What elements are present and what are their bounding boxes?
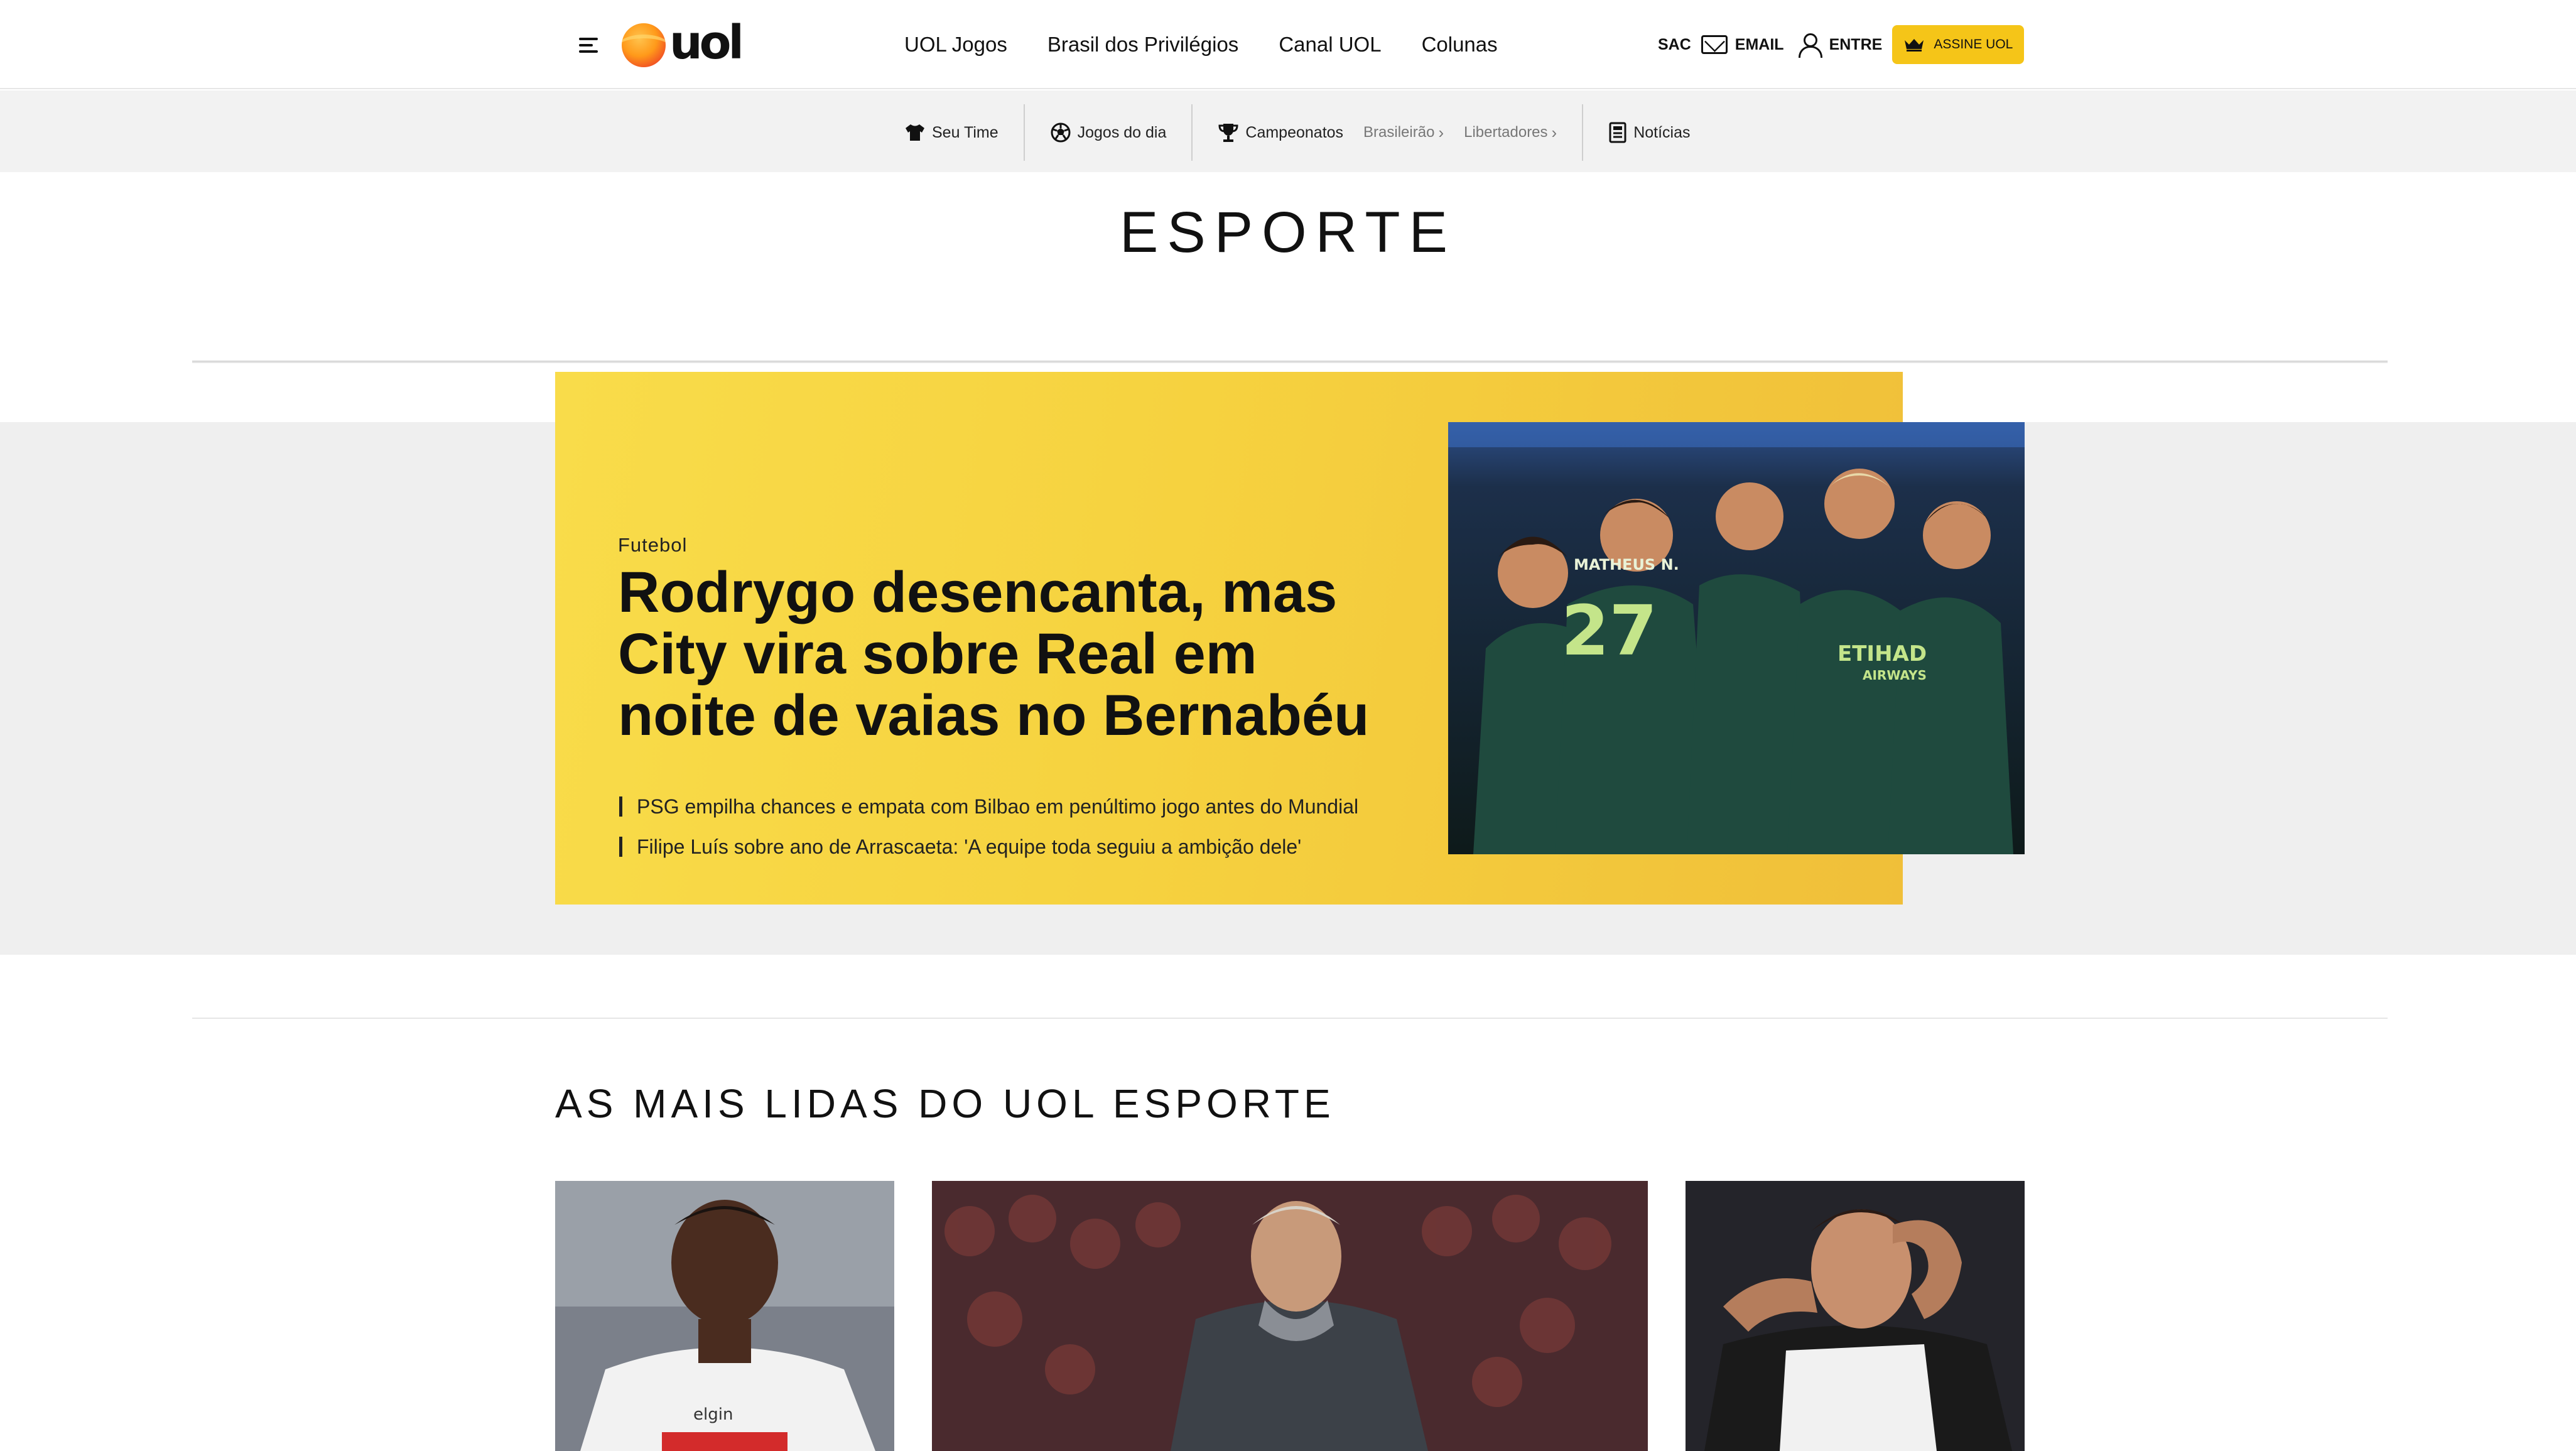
sac-label: SAC [1658,35,1691,53]
subnav-libertadores[interactable]: Libertadores › [1464,123,1557,143]
subscribe-button[interactable]: ASSINE UOL [1892,25,2025,64]
related-link[interactable]: Filipe Luís sobre ano de Arrascaeta: 'A … [618,827,1409,867]
uol-logo-text: uol [669,16,744,70]
most-read-card[interactable] [932,1181,1648,1451]
soccer-ball-icon [1051,122,1071,143]
svg-text:ETIHAD: ETIHAD [1837,641,1927,666]
player-frustrated-photo-image [1686,1181,2025,1451]
nav-link-canal-uol[interactable]: Canal UOL [1279,33,1381,57]
svg-text:27: 27 [1561,590,1657,671]
nav-link-colunas[interactable]: Colunas [1422,33,1498,57]
coach-photo-image [932,1181,1648,1451]
hamburger-menu-icon[interactable] [576,33,602,58]
uol-logo[interactable]: uol [622,16,754,70]
player-photo-image: elgin [555,1181,894,1451]
subnav-seu-time[interactable]: Seu Time [879,104,1024,161]
main-nav: UOL Jogos Brasil dos Privilégios Canal U… [904,29,1538,60]
most-read-heading: AS MAIS LIDAS DO UOL ESPORTE [555,1081,1335,1126]
page-title: ESPORTE [1120,200,1456,264]
utility-links: SAC EMAIL ENTRE ASSINE UOL [1658,25,2025,64]
nav-link-uol-jogos[interactable]: UOL Jogos [904,33,1007,57]
most-read-card[interactable]: elgin [555,1181,894,1451]
trophy-icon [1218,124,1238,142]
subnav-noticias-label: Notícias [1633,123,1691,141]
subnav-campeonatos[interactable]: Campeonatos Brasileirão › Libertadores › [1193,104,1563,161]
email-link[interactable]: EMAIL [1701,35,1784,54]
sac-link[interactable]: SAC [1658,36,1691,54]
subnav-libertadores-label: Libertadores [1464,124,1548,141]
top-header: uol UOL Jogos Brasil dos Privilégios Can… [0,0,2576,89]
hero-headline[interactable]: Rodrygo desencanta, mas City vira sobre … [618,562,1397,746]
user-icon [1798,33,1822,58]
crown-icon [1905,39,1924,52]
section-divider [192,1018,2388,1019]
subnav-brasileirao[interactable]: Brasileirão › [1363,123,1444,143]
hero-related-list: PSG empilha chances e empata com Bilbao … [618,786,1409,867]
subnav-jogos-do-dia-label: Jogos do dia [1077,123,1167,141]
most-read-card[interactable] [1686,1181,2025,1451]
subnav-noticias[interactable]: Notícias [1583,104,1715,161]
subnav-seu-time-label: Seu Time [932,123,998,141]
hero-kicker[interactable]: Futebol [618,534,687,557]
svg-text:elgin: elgin [693,1405,733,1424]
hero-photo[interactable]: MATHEUS N. 27 ETIHAD AIRWAYS [1448,422,2025,854]
subscribe-label: ASSINE UOL [1934,37,2013,52]
section-divider [192,361,2388,363]
mail-icon [1701,35,1728,54]
subnav-brasileirao-label: Brasileirão [1363,124,1435,141]
players-celebrating-image: MATHEUS N. 27 ETIHAD AIRWAYS [1448,422,2025,854]
shirt-icon [906,124,924,141]
uol-logo-ball-icon [622,23,666,67]
sports-subnav: Seu Time Jogos do dia Campeonatos Brasil… [0,90,2576,172]
subnav-campeonatos-label: Campeonatos [1245,123,1344,141]
nav-link-brasil-dos-privilegios[interactable]: Brasil dos Privilégios [1047,33,1238,57]
subnav-jogos-do-dia[interactable]: Jogos do dia [1025,104,1192,161]
login-label: ENTRE [1829,35,1883,53]
email-label: EMAIL [1734,35,1784,53]
chevron-right-icon: › [1438,122,1444,142]
login-link[interactable]: ENTRE [1798,33,1883,58]
newspaper-icon [1609,122,1626,143]
related-link[interactable]: PSG empilha chances e empata com Bilbao … [618,786,1409,827]
svg-text:AIRWAYS: AIRWAYS [1863,668,1927,683]
chevron-right-icon: › [1551,122,1557,142]
svg-text:MATHEUS N.: MATHEUS N. [1574,556,1679,573]
